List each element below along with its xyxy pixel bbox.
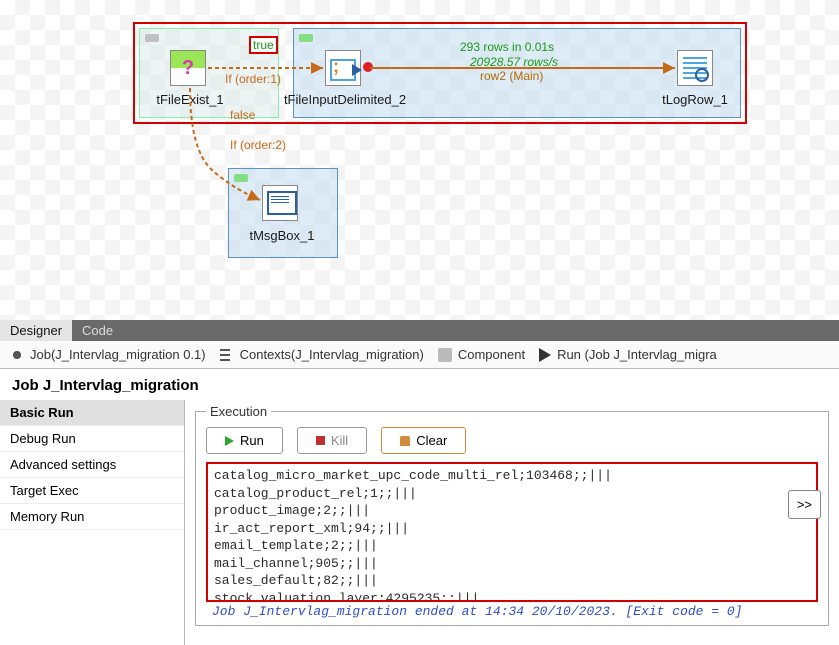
stats-rate-label: 20928.57 rows/s [470,55,558,69]
tmsgbox-component[interactable] [262,185,298,221]
clear-button-label: Clear [416,433,447,448]
property-tab-bar: Job(J_Intervlag_migration 0.1) Contexts(… [0,341,839,369]
if-order-label: If (order:2) [230,138,286,152]
kill-button-label: Kill [331,433,348,448]
stop-icon [316,436,325,445]
arrow-icon [352,64,362,76]
design-canvas[interactable]: ? tFileExist_1 tFileInputDelimited_2 tLo… [0,0,839,320]
console-output: catalog_micro_market_upc_code_multi_rel;… [206,462,818,602]
component-label: tMsgBox_1 [212,228,352,243]
row-link-label: row2 (Main) [480,69,543,83]
run-button[interactable]: Run [206,427,283,454]
magnifier-icon [695,68,709,82]
play-icon [539,348,551,362]
component-label: tLogRow_1 [625,92,765,107]
contexts-tab[interactable]: Contexts(J_Intervlag_migration) [220,347,424,362]
run-mode-list: Basic Run Debug Run Advanced settings Ta… [0,400,185,645]
output-port-icon [363,62,373,72]
contexts-tab-label: Contexts(J_Intervlag_migration) [240,347,424,362]
basic-run-row[interactable]: Basic Run [0,400,184,426]
component-icon [438,348,452,362]
debug-run-row[interactable]: Debug Run [0,426,184,452]
if-true-badge: true [249,36,278,54]
execution-group: Execution Run Kill Clear catalog_micro_m… [195,404,829,626]
run-button-label: Run [240,433,264,448]
designer-view-tab[interactable]: Designer [0,320,72,341]
component-tab-label: Component [458,347,525,362]
tfileexist-component[interactable]: ? [170,50,206,86]
view-tab-bar: Designer Code [0,320,839,341]
job-tab[interactable]: Job(J_Intervlag_migration 0.1) [10,347,206,362]
run-tab-label: Run (Job J_Intervlag_migra [557,347,717,362]
tfileinputdelimited-component[interactable] [325,50,361,86]
target-exec-row[interactable]: Target Exec [0,478,184,504]
play-icon [225,436,234,446]
list-icon [220,348,234,362]
component-label: tFileInputDelimited_2 [275,92,415,107]
subjob-handle-icon [299,34,313,42]
footer-status-line: Job J_Intervlag_migration ended at 14:34… [206,602,818,619]
kill-button[interactable]: Kill [297,427,367,454]
clear-icon [400,436,410,446]
cog-icon [10,348,24,362]
execution-legend: Execution [206,404,271,419]
false-label: false [230,108,255,122]
if-order-label: If (order:1) [225,72,281,86]
stats-label: 293 rows in 0.01s [460,40,554,54]
code-view-tab[interactable]: Code [72,320,123,341]
job-tab-label: Job(J_Intervlag_migration 0.1) [30,347,206,362]
memory-run-row[interactable]: Memory Run [0,504,184,530]
job-title: Job J_Intervlag_migration [0,369,839,400]
subjob-handle-icon [234,174,248,182]
question-icon: ? [171,51,205,85]
component-label: tFileExist_1 [120,92,260,107]
clear-button[interactable]: Clear [381,427,466,454]
run-tab[interactable]: Run (Job J_Intervlag_migra [539,347,717,362]
advanced-settings-row[interactable]: Advanced settings [0,452,184,478]
subjob-handle-icon [145,34,159,42]
component-tab[interactable]: Component [438,347,525,362]
tlogrow-component[interactable] [677,50,713,86]
expand-button[interactable]: >> [788,490,821,519]
